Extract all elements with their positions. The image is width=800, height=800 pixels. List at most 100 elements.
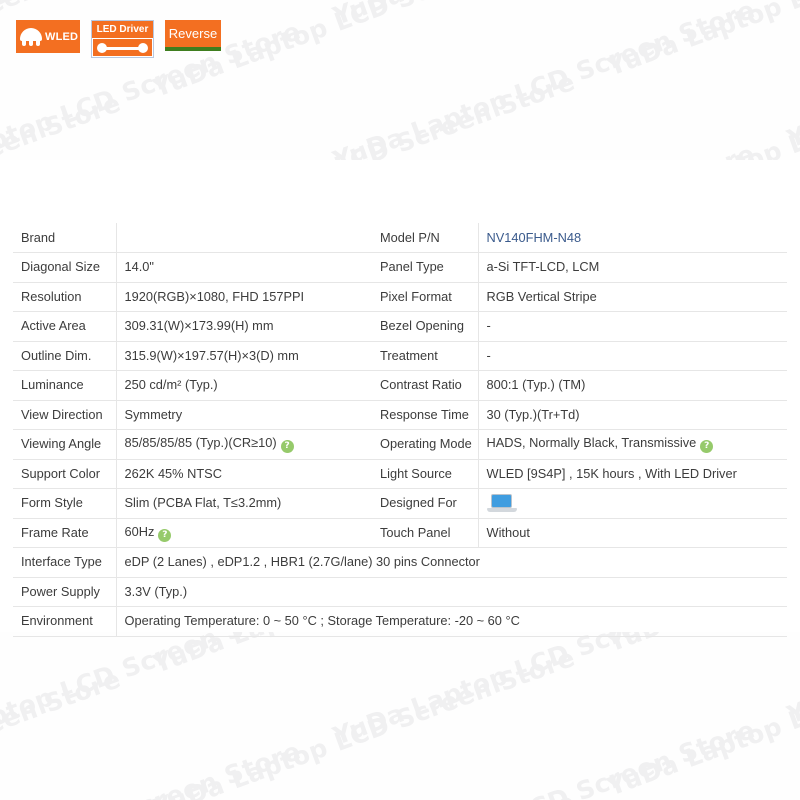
table-row: Outline Dim. 315.9(W)×197.57(H)×3(D) mm Tr…	[13, 341, 787, 371]
watermark-text: YuDa Laptop LCD Screen Store YuDa Laptop…	[0, 732, 800, 800]
cell-value: RGB Vertical Stripe	[486, 288, 597, 304]
spec-label: Support Color	[13, 459, 116, 489]
table-row: Power Supply 3.3V (Typ.)	[13, 577, 787, 607]
help-icon[interactable]: ?	[700, 440, 714, 454]
cell-value: Slim (PCBA Flat, T≤3.2mm)	[124, 495, 282, 511]
cell-value: 14.0"	[124, 259, 154, 275]
spec-value: 250 cd/m² (Typ.)	[115, 370, 372, 401]
badge-wled[interactable]: WLED	[16, 20, 80, 53]
cell-value[interactable]: NV140FHM-N48	[487, 230, 582, 245]
spec-value: -	[477, 341, 787, 371]
badge-led-driver[interactable]: LED Driver	[91, 20, 154, 58]
cell-value: eDP (2 Lanes) , eDP1.2 , HBR1 (2.7G/lane…	[124, 554, 480, 570]
spec-label: Frame Rate	[13, 518, 116, 548]
spec-label: Resolution	[13, 282, 116, 312]
spec-value: 3.3V (Typ.)	[115, 577, 787, 607]
cell-value: 3.3V (Typ.)	[124, 583, 188, 599]
spec-value	[477, 488, 787, 519]
help-icon[interactable]: ?	[158, 528, 172, 542]
table-row: Diagonal Size 14.0" Panel Type a-Si TFT-LCD…	[13, 252, 787, 283]
table-row: Active Area 309.31(W)×173.99(H) mm Bezel O…	[13, 311, 787, 342]
connector-icon	[93, 39, 152, 56]
spec-value: Slim (PCBA Flat, T≤3.2mm)	[115, 488, 372, 519]
spec-label: Brand	[13, 223, 116, 253]
cell-value: 60Hz	[124, 523, 155, 539]
cell-value: Without	[486, 524, 530, 540]
help-icon[interactable]: ?	[280, 440, 294, 454]
spec-label: Bezel Opening	[372, 311, 478, 342]
spec-value: Without	[477, 518, 787, 548]
spec-label: Viewing Angle	[13, 429, 116, 460]
spec-label: Form Style	[13, 488, 116, 519]
table-row: Support Color 262K 45% NTSC Light Source WL…	[13, 459, 787, 489]
cell-value: Symmetry	[124, 406, 183, 422]
laptop-icon	[486, 493, 517, 513]
cell-value: Operating Temperature: 0 ~ 50 °C ; Stora…	[124, 613, 520, 629]
table-row: Brand Model P/N NV140FHM-N48	[13, 223, 787, 253]
spec-value: Operating Temperature: 0 ~ 50 °C ; Stora…	[115, 606, 787, 637]
watermark-text: YuDa Laptop LCD Screen Store YuDa Laptop…	[0, 660, 800, 800]
spec-value: 85/85/85/85 (Typ.)(CR≥10)?	[115, 429, 372, 460]
spec-value: WLED [9S4P] , 15K hours , With LED Drive…	[477, 459, 787, 489]
spec-label: Interface Type	[13, 547, 116, 578]
table-row: Form Style Slim (PCBA Flat, T≤3.2mm) Desig…	[13, 488, 787, 519]
table-row: Viewing Angle 85/85/85/85 (Typ.)(CR≥10)? O…	[13, 429, 787, 460]
cell-value: 315.9(W)×197.57(H)×3(D) mm	[124, 347, 299, 363]
spec-label: Environment	[13, 606, 116, 637]
specification-table: Brand Model P/N NV140FHM-N48 Diagonal Size 1…	[13, 223, 787, 637]
table-row: Environment Operating Temperature: 0 ~ 50…	[13, 606, 787, 637]
spec-label: Touch Panel	[372, 518, 478, 548]
badge-reverse[interactable]: Reverse	[165, 20, 221, 51]
spec-value: NV140FHM-N48	[477, 223, 787, 253]
spec-label: View Direction	[13, 400, 116, 430]
spec-value: eDP (2 Lanes) , eDP1.2 , HBR1 (2.7G/lane…	[115, 547, 787, 578]
spec-value: 30 (Typ.)(Tr+Td)	[477, 400, 787, 430]
spec-value: HADS, Normally Black, Transmissive?	[477, 429, 787, 460]
spec-value: a-Si TFT-LCD, LCM	[477, 252, 787, 283]
cell-value: -	[486, 347, 491, 363]
spec-value: 309.31(W)×173.99(H) mm	[115, 311, 372, 342]
badge-led-driver-label: LED Driver	[92, 21, 153, 38]
spec-value: 315.9(W)×197.57(H)×3(D) mm	[115, 341, 372, 371]
spec-value	[115, 223, 372, 253]
spec-label: Model P/N	[372, 223, 478, 253]
table-row: View Direction Symmetry Response Time 30 (T…	[13, 400, 787, 430]
cell-value: 30 (Typ.)(Tr+Td)	[486, 406, 580, 422]
spec-label: Response Time	[372, 400, 478, 430]
table-row: Interface Type eDP (2 Lanes) , eDP1.2 , H…	[13, 547, 787, 578]
spec-label: Operating Mode	[372, 429, 478, 460]
cell-value: 309.31(W)×173.99(H) mm	[124, 318, 274, 334]
cell-value: -	[486, 318, 491, 334]
lamp-icon	[19, 26, 43, 47]
spec-value: 800:1 (Typ.) (TM)	[477, 370, 787, 401]
spec-value: Symmetry	[115, 400, 372, 430]
spec-label: Diagonal Size	[13, 252, 116, 283]
cell-value: 250 cd/m² (Typ.)	[124, 377, 218, 393]
spec-label: Active Area	[13, 311, 116, 342]
spec-label: Pixel Format	[372, 282, 478, 312]
spec-label: Luminance	[13, 370, 116, 401]
cell-value: 85/85/85/85 (Typ.)(CR≥10)	[124, 435, 277, 451]
badge-reverse-label: Reverse	[165, 20, 221, 51]
table-row: Luminance 250 cd/m² (Typ.) Contrast Ratio 8…	[13, 370, 787, 401]
table-row: Resolution 1920(RGB)×1080, FHD 157PPI Pixe…	[13, 282, 787, 312]
spec-value: RGB Vertical Stripe	[477, 282, 787, 312]
spec-label: Panel Type	[372, 252, 478, 283]
spec-label: Light Source	[372, 459, 478, 489]
cell-value: 1920(RGB)×1080, FHD 157PPI	[124, 288, 305, 304]
spec-value: 14.0"	[115, 252, 372, 283]
spec-label: Designed For	[372, 488, 478, 519]
spec-label: Contrast Ratio	[372, 370, 478, 401]
badge-wled-label: WLED	[45, 30, 79, 43]
badge-bar: WLED LED Driver Reverse	[16, 20, 221, 62]
cell-value: 800:1 (Typ.) (TM)	[486, 377, 586, 393]
table-row: Frame Rate 60Hz? Touch Panel Without	[13, 518, 787, 548]
cell-value: HADS, Normally Black, Transmissive	[486, 435, 697, 451]
watermark-text: YuDa Laptop LCD Screen Store YuDa Laptop…	[0, 0, 800, 124]
cell-value: 262K 45% NTSC	[124, 465, 222, 481]
spec-value: 60Hz?	[115, 518, 372, 548]
spec-value: 1920(RGB)×1080, FHD 157PPI	[115, 282, 372, 312]
spec-label: Power Supply	[13, 577, 116, 607]
spec-label: Treatment	[372, 341, 478, 371]
cell-value: a-Si TFT-LCD, LCM	[486, 259, 600, 275]
